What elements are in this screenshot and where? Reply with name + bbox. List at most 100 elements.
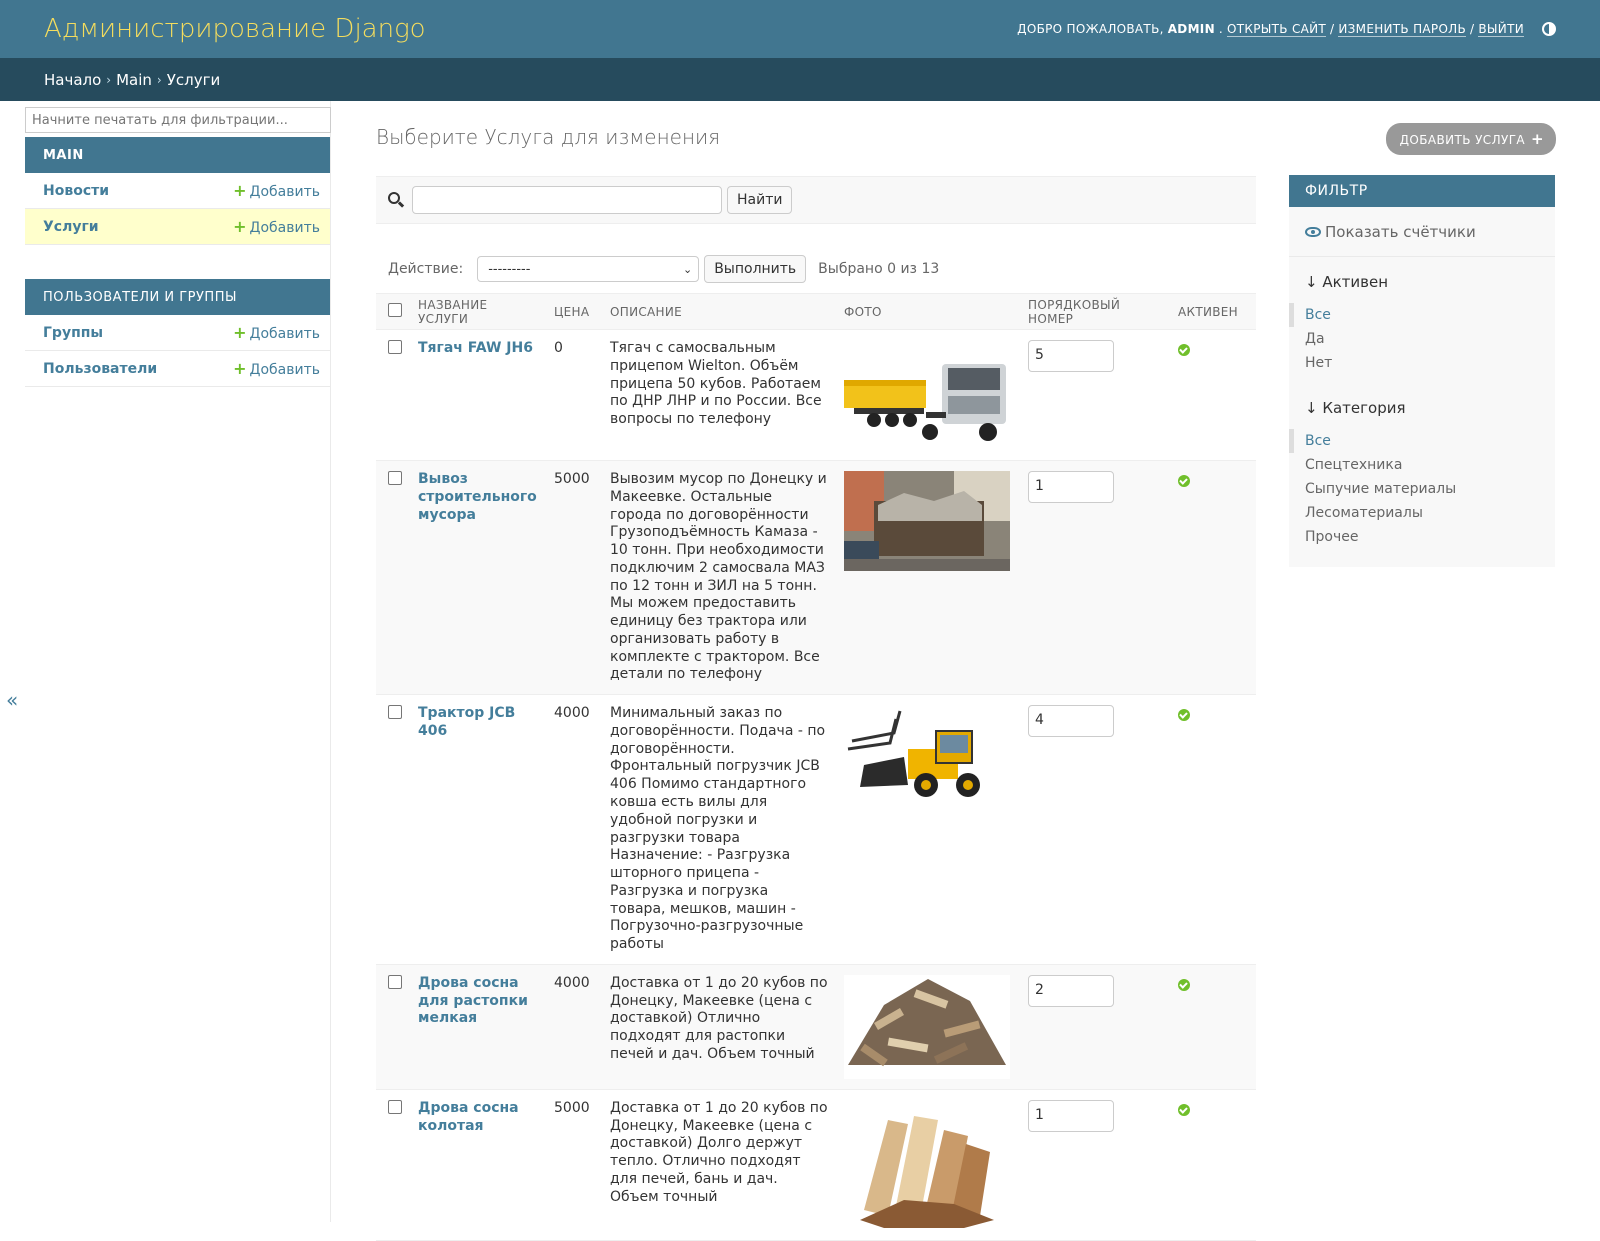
order-cell: 1 (1020, 1089, 1170, 1241)
table-row: Тягач FAW JH6 0 Тягач с самосвальным при… (376, 329, 1256, 461)
header: Администрирование Django ДОБРО ПОЖАЛОВАТ… (0, 0, 1600, 58)
column-header-photo[interactable]: ФОТО (836, 293, 1020, 330)
active-cell (1170, 329, 1256, 461)
name-cell: Трактор JCB 406 (410, 694, 546, 965)
row-checkbox[interactable] (388, 705, 402, 720)
filter-option[interactable]: Да (1289, 327, 1555, 351)
execute-action-button[interactable]: Выполнить (704, 255, 807, 283)
check-icon (1178, 475, 1190, 487)
kindling-photo (844, 974, 1010, 1079)
column-header-name[interactable]: НАЗВАНИЕ УСЛУГИ (410, 293, 546, 330)
search-toolbar: Найти (376, 176, 1256, 224)
active-cell (1170, 1089, 1256, 1241)
sidebar-item-label[interactable]: Пользователи (43, 361, 157, 377)
filter-heading-category[interactable]: ↓ Категория (1289, 399, 1555, 421)
filter-option[interactable]: Нет (1289, 351, 1555, 375)
sidebar-item-news: Новости + Добавить (25, 173, 330, 209)
change-password-link[interactable]: ИЗМЕНИТЬ ПАРОЛЬ (1338, 22, 1467, 37)
filter-option[interactable]: Лесоматериалы (1289, 501, 1555, 525)
photo-cell (836, 329, 1020, 461)
column-header-description[interactable]: ОПИСАНИЕ (602, 293, 836, 330)
add-label: Добавить (249, 362, 320, 378)
theme-toggle-icon[interactable] (1542, 22, 1556, 36)
filter-option[interactable]: Все (1289, 303, 1555, 327)
plus-icon: + (233, 359, 247, 378)
sidebar-item-label[interactable]: Группы (43, 325, 103, 341)
add-user-link[interactable]: + Добавить (233, 359, 320, 378)
check-icon (1178, 709, 1190, 722)
filter-title: ФИЛЬТР (1289, 175, 1555, 207)
sidebar-item-services: Услуги + Добавить (25, 209, 330, 245)
module-caption-main[interactable]: MAIN (25, 137, 330, 173)
order-cell: 4 (1020, 694, 1170, 965)
order-input[interactable]: 1 (1028, 471, 1114, 503)
photo-cell (836, 964, 1020, 1090)
view-site-link[interactable]: ОТКРЫТЬ САЙТ (1227, 22, 1327, 37)
row-checkbox[interactable] (388, 340, 402, 354)
table-row: Дрова сосна колотая 5000 Доставка от 1 д… (376, 1089, 1256, 1241)
add-label: Добавить (249, 184, 320, 200)
item-link[interactable]: Трактор JCB 406 (418, 705, 515, 739)
show-counts-link[interactable]: Показать счётчики (1289, 207, 1555, 257)
column-header-price[interactable]: ЦЕНА (546, 293, 602, 330)
sidebar-item-label[interactable]: Новости (43, 183, 109, 199)
plus-icon: + (233, 181, 247, 200)
filter-option[interactable]: Прочее (1289, 525, 1555, 549)
active-cell (1170, 460, 1256, 696)
search-icon (388, 192, 405, 208)
action-select[interactable]: --------- ⌄ (477, 256, 700, 282)
search-input[interactable] (412, 186, 722, 214)
nav-filter-input[interactable] (25, 107, 331, 133)
item-link[interactable]: Вывоз строительного мусора (418, 471, 537, 523)
site-branding[interactable]: Администрирование Django (44, 14, 426, 44)
add-service-button[interactable]: ДОБАВИТЬ УСЛУГА + (1385, 123, 1556, 155)
filter-option[interactable]: Спецтехника (1289, 453, 1555, 477)
photo-cell (836, 1089, 1020, 1241)
split-firewood-photo (844, 1099, 1010, 1230)
price-cell: 4000 (546, 694, 602, 965)
add-service-link[interactable]: + Добавить (233, 217, 320, 236)
selected-count: Выбрано 0 из 13 (818, 261, 940, 277)
name-cell: Дрова сосна колотая (410, 1089, 546, 1241)
order-input[interactable]: 5 (1028, 340, 1114, 372)
active-cell (1170, 694, 1256, 965)
module-caption-auth[interactable]: ПОЛЬЗОВАТЕЛИ И ГРУППЫ (25, 279, 330, 315)
active-cell (1170, 964, 1256, 1090)
breadcrumb-current: Услуги (166, 70, 221, 89)
row-checkbox[interactable] (388, 974, 402, 989)
breadcrumb-app[interactable]: Main (116, 71, 152, 89)
item-link[interactable]: Дрова сосна для растопки мелкая (418, 975, 528, 1027)
price-cell: 4000 (546, 964, 602, 1090)
description-cell: Тягач с самосвальным прицепом Wielton. О… (602, 329, 836, 461)
order-input[interactable]: 4 (1028, 705, 1114, 738)
filter-option[interactable]: Сыпучие материалы (1289, 477, 1555, 501)
action-select-value: --------- (488, 261, 531, 277)
order-input[interactable]: 2 (1028, 974, 1114, 1007)
sidebar-item-label[interactable]: Услуги (43, 219, 99, 235)
plus-icon: + (233, 217, 247, 236)
row-checkbox[interactable] (388, 471, 402, 485)
row-checkbox[interactable] (388, 1099, 402, 1114)
row-select-cell (376, 329, 410, 461)
add-group-link[interactable]: + Добавить (233, 323, 320, 342)
name-cell: Вывоз строительного мусора (410, 460, 546, 696)
filter-option[interactable]: Все (1289, 429, 1555, 453)
item-link[interactable]: Дрова сосна колотая (418, 1100, 519, 1134)
item-link[interactable]: Тягач FAW JH6 (418, 340, 533, 356)
row-select-cell (376, 694, 410, 965)
user-tools: ДОБРО ПОЖАЛОВАТЬ, ADMIN. ОТКРЫТЬ САЙТ / … (1017, 22, 1556, 37)
order-input[interactable]: 1 (1028, 1099, 1114, 1132)
filter-panel: ФИЛЬТР Показать счётчики ↓ Активен Все Д… (1289, 175, 1555, 567)
logout-link[interactable]: ВЫЙТИ (1478, 22, 1524, 37)
search-button[interactable]: Найти (727, 186, 793, 214)
breadcrumb-home[interactable]: Начало (44, 71, 101, 89)
module-gap (25, 245, 330, 279)
toggle-sidebar-button[interactable]: « (6, 688, 18, 712)
name-cell: Дрова сосна для растопки мелкая (410, 964, 546, 1090)
select-all-checkbox[interactable] (388, 303, 402, 317)
filter-heading-active[interactable]: ↓ Активен (1289, 273, 1555, 295)
add-news-link[interactable]: + Добавить (233, 181, 320, 200)
column-header-active[interactable]: АКТИВЕН (1170, 293, 1256, 330)
column-header-order[interactable]: ПОРЯДКОВЫЙ НОМЕР (1020, 293, 1170, 330)
plus-icon: + (233, 323, 247, 342)
